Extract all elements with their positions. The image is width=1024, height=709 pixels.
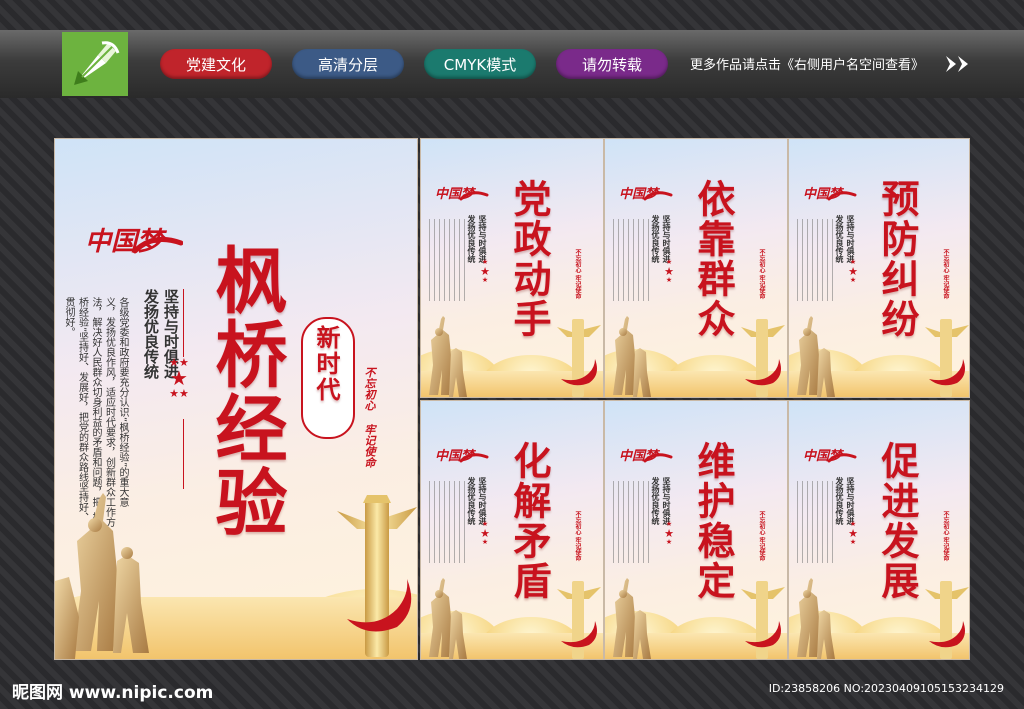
poster-title: 党政动手	[507, 179, 552, 339]
double-arrow-icon[interactable]	[944, 54, 972, 74]
statue-figures-icon	[613, 316, 651, 397]
small-poster: 中国梦 发扬优良传统 坚持与时俱进 ★ ★ ★ 化解矛盾 不忘初心 牢记使命	[420, 400, 604, 660]
subtitle-times: 坚持与时俱进	[478, 477, 488, 525]
body-text-lines	[429, 481, 465, 563]
statue-figures-icon	[797, 316, 835, 397]
main-poster: 中国梦 各级党委和政府要充分认识“枫桥经验”的重大意义，发扬优良作风，适应时代要…	[54, 138, 418, 660]
subtitle-times: 坚持与时俱进	[662, 215, 672, 263]
poster-title: 促进发展	[875, 441, 920, 601]
stars-decoration: ★ ★ ★	[848, 520, 858, 546]
subtitle-tradition: 发扬优良传统	[651, 215, 661, 263]
stars-decoration: ★ ★ ★	[848, 258, 858, 284]
brush-stroke-icon	[827, 453, 857, 463]
poster-title: 依靠群众	[691, 179, 736, 339]
body-text-lines	[613, 219, 649, 301]
poster-title: 预防纠纷	[875, 179, 920, 339]
poster-title: 维护稳定	[691, 441, 736, 601]
divider-line	[183, 289, 184, 357]
stars-decoration: ★ ★ ★	[664, 258, 674, 284]
brush-stroke-icon	[643, 191, 673, 201]
subtitle-tradition: 发扬优良传统	[835, 477, 845, 525]
stars-decoration: ★ ★ ★	[480, 258, 490, 284]
small-poster: 中国梦 发扬优良传统 坚持与时俱进 ★ ★ ★ 党政动手 不忘初心 牢记使命	[420, 138, 604, 398]
huabiao-pillar-icon	[925, 581, 969, 659]
small-poster: 中国梦 发扬优良传统 坚持与时俱进 ★ ★ ★ 维护稳定 不忘初心 牢记使命	[604, 400, 788, 660]
subtitle-times: 坚持与时俱进	[846, 477, 856, 525]
brush-stroke-icon	[643, 453, 673, 463]
poster-title: 化解矛盾	[507, 441, 552, 601]
small-poster: 中国梦 发扬优良传统 坚持与时俱进 ★ ★ ★ 依靠群众 不忘初心 牢记使命	[604, 138, 788, 398]
subtitle-tradition: 发扬优良传统	[835, 215, 845, 263]
slogan-text: 不忘初心 牢记使命	[942, 249, 949, 300]
pen-nib-icon	[74, 41, 120, 85]
slogan-original-aspiration: 不忘初心	[363, 367, 376, 411]
subtitle-tradition: 发扬优良传统	[467, 477, 477, 525]
slogan-text: 不忘初心 牢记使命	[758, 249, 765, 300]
divider-line	[183, 419, 184, 489]
image-id-text: ID:23858206 NO:20230409105153234129	[768, 682, 1004, 695]
subtitle-times: 坚持与时俱进	[846, 215, 856, 263]
new-era-text: 新时代	[312, 325, 341, 403]
stars-decoration: ★ ★ ★	[480, 520, 490, 546]
pill-party-culture[interactable]: 党建文化	[160, 49, 272, 79]
pill-cmyk[interactable]: CMYK模式	[424, 49, 536, 79]
small-poster: 中国梦 发扬优良传统 坚持与时俱进 ★ ★ ★ 预防纠纷 不忘初心 牢记使命	[788, 138, 970, 398]
body-text-lines	[429, 219, 465, 301]
slogan-text: 不忘初心 牢记使命	[942, 511, 949, 562]
pill-hd-layers[interactable]: 高清分层	[292, 49, 404, 79]
site-watermark: 昵图网 www.nipic.com	[12, 683, 214, 703]
huabiao-pillar-icon	[741, 319, 785, 397]
huabiao-pillar-icon	[337, 495, 417, 657]
huabiao-pillar-icon	[557, 319, 601, 397]
slogan-text: 不忘初心 牢记使命	[758, 511, 765, 562]
huabiao-pillar-icon	[925, 319, 969, 397]
pill-no-repost[interactable]: 请勿转载	[556, 49, 668, 79]
brush-stroke-icon	[827, 191, 857, 201]
brush-stroke-icon	[459, 191, 489, 201]
more-works-link[interactable]: 更多作品请点击《右侧用户名空间查看》	[690, 54, 924, 73]
stars-decoration: ★★ ★ ★★	[169, 356, 189, 400]
brand-logo[interactable]	[62, 32, 128, 96]
slogan-mission: 牢记使命	[363, 424, 376, 468]
body-text-lines	[797, 481, 833, 563]
subtitle-times: 坚持与时俱进	[662, 477, 672, 525]
brush-stroke-icon	[459, 453, 489, 463]
slogan-text: 不忘初心 牢记使命	[574, 511, 581, 562]
statue-figures-icon	[55, 493, 149, 659]
statue-figures-icon	[429, 316, 467, 397]
body-text-lines	[613, 481, 649, 563]
statue-figures-icon	[429, 578, 467, 659]
stars-decoration: ★ ★ ★	[664, 520, 674, 546]
statue-figures-icon	[797, 578, 835, 659]
brush-stroke-icon	[133, 236, 183, 254]
subtitle-tradition: 发扬优良传统	[467, 215, 477, 263]
small-poster: 中国梦 发扬优良传统 坚持与时俱进 ★ ★ ★ 促进发展 不忘初心 牢记使命	[788, 400, 970, 660]
subtitle-times: 坚持与时俱进	[478, 215, 488, 263]
slogan-text: 不忘初心 牢记使命	[574, 249, 581, 300]
huabiao-pillar-icon	[557, 581, 601, 659]
main-title: 枫桥经验	[203, 243, 288, 539]
huabiao-pillar-icon	[741, 581, 785, 659]
body-text-lines	[797, 219, 833, 301]
subtitle-tradition: 发扬优良传统	[651, 477, 661, 525]
subtitle-tradition: 发扬优良传统	[142, 289, 160, 379]
statue-figures-icon	[613, 578, 651, 659]
